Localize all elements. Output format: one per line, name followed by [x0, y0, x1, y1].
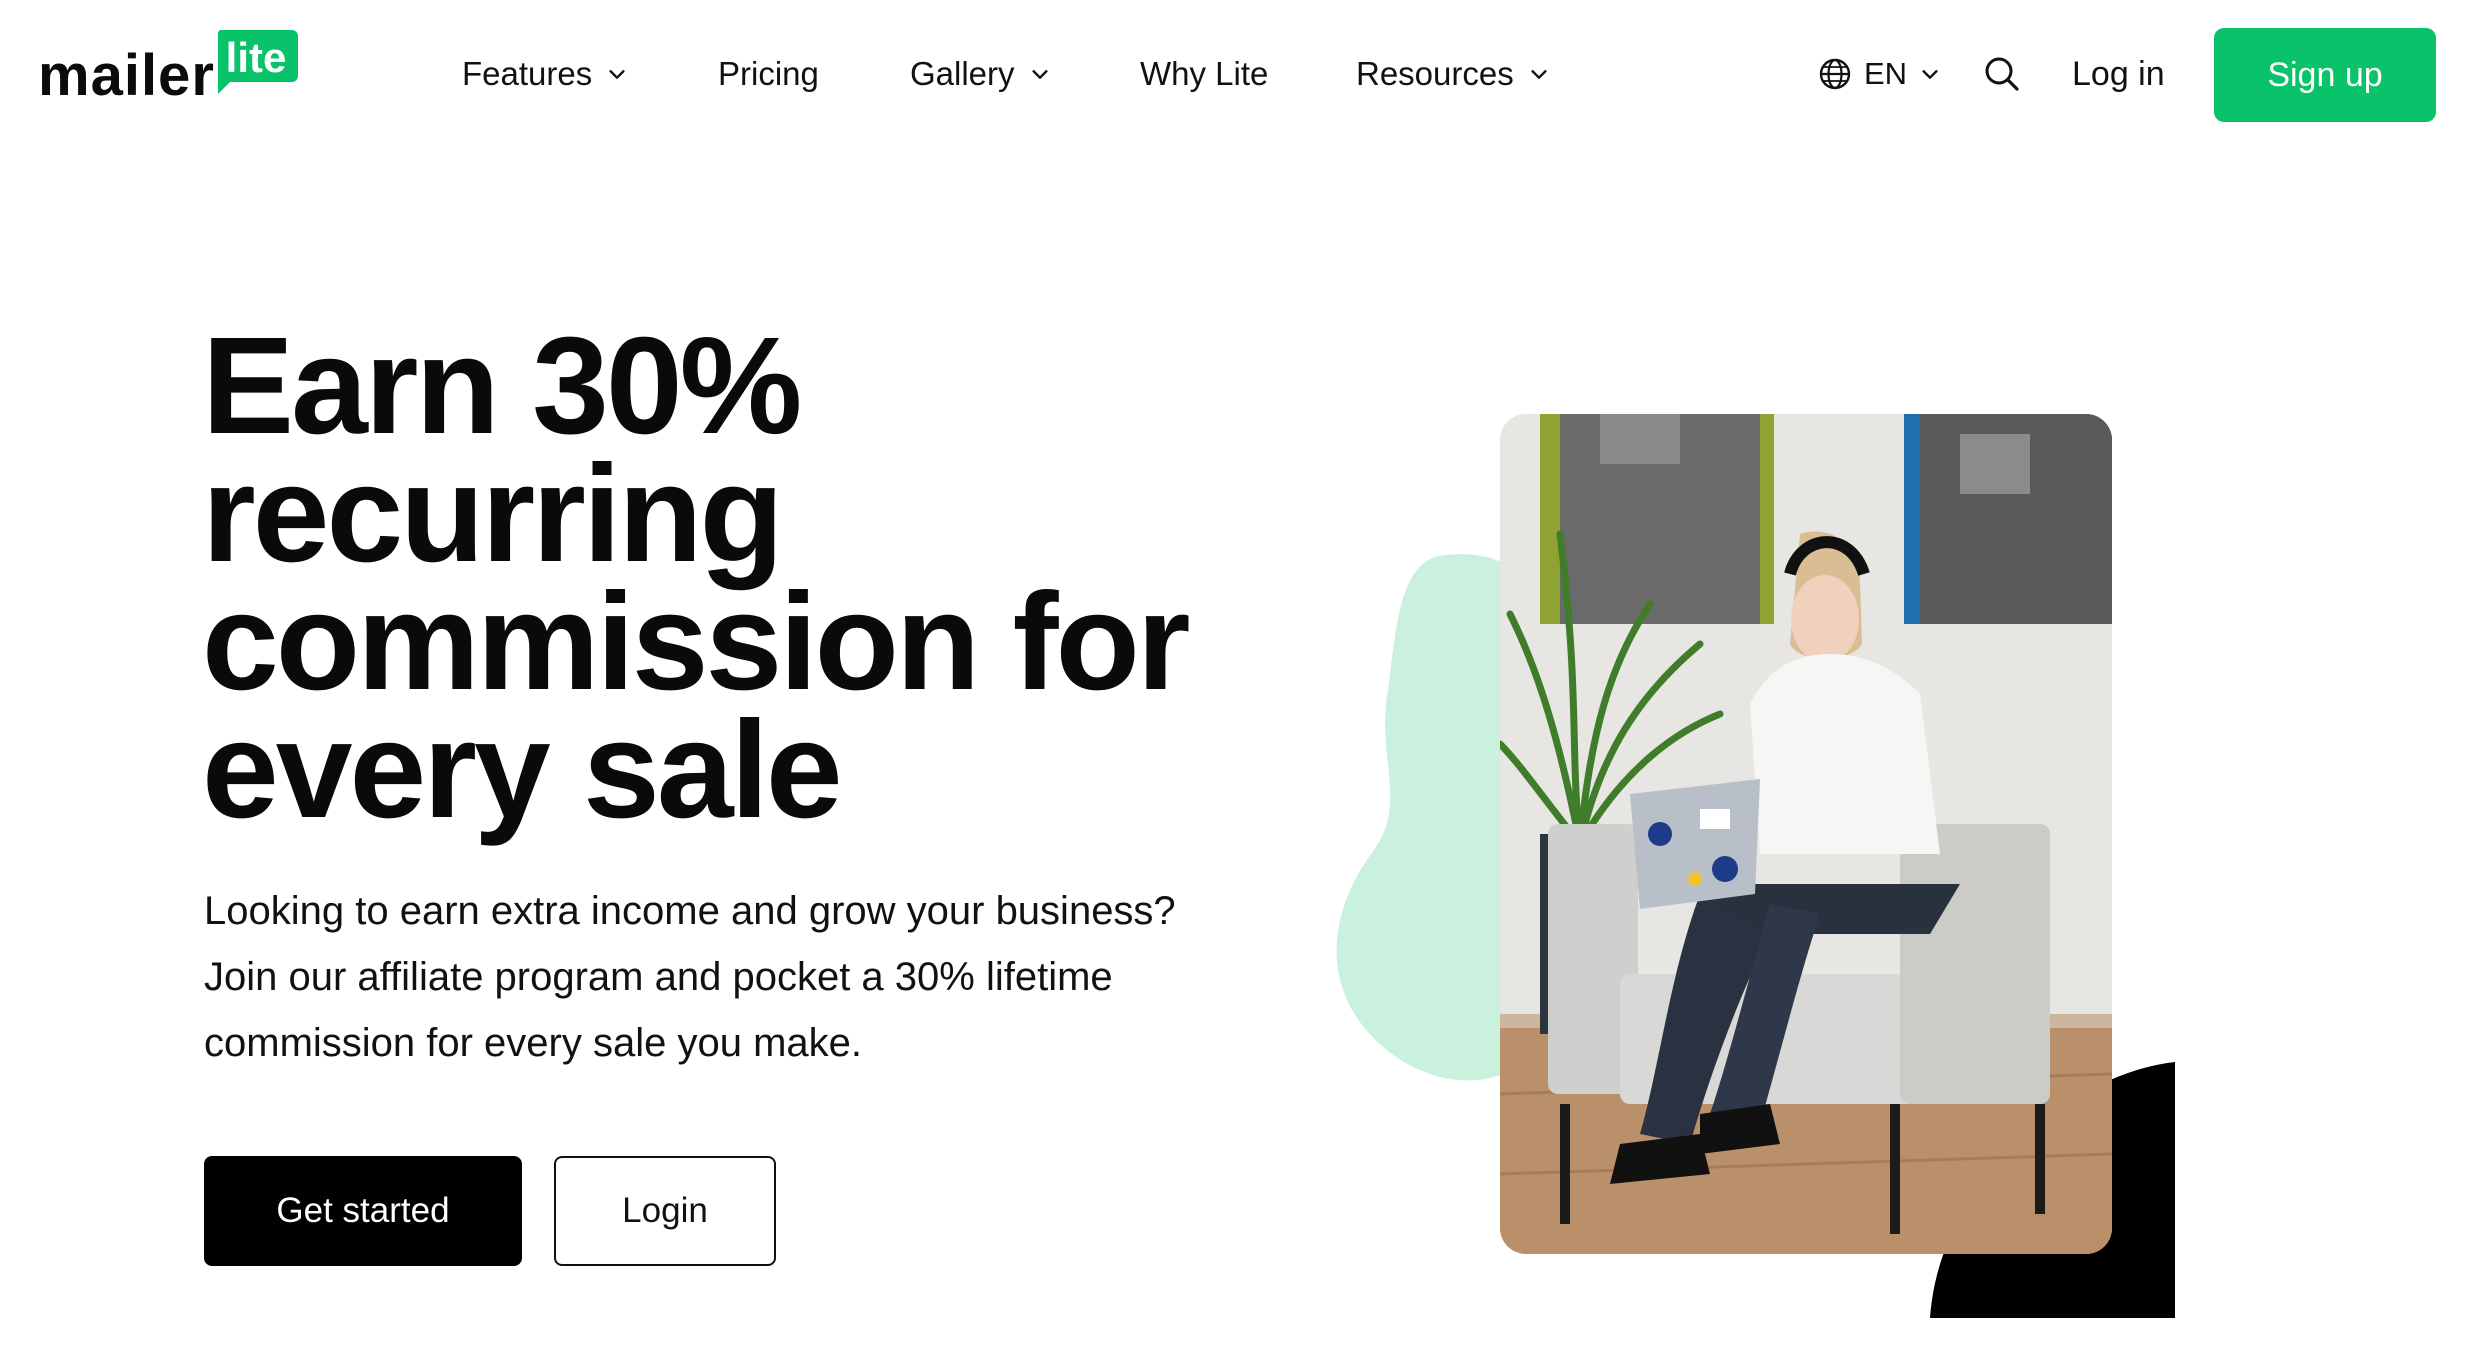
nav-features-label: Features [462, 55, 593, 92]
chevron-down-icon [1031, 70, 1048, 79]
login-button[interactable]: Login [554, 1156, 776, 1266]
logo-wordmark: mailer [38, 43, 215, 108]
header-login-link[interactable]: Log in [2072, 52, 2165, 96]
logo-badge: lite [214, 30, 334, 94]
nav-gallery-label: Gallery [910, 55, 1015, 92]
nav-pricing-label: Pricing [718, 55, 819, 92]
language-selector[interactable]: EN [1818, 52, 1941, 96]
nav-resources-label: Resources [1356, 55, 1514, 92]
hero-title: Earn 30% recurring commission for every … [202, 309, 1191, 847]
nav-pricing[interactable]: Pricing [718, 52, 819, 96]
hero-photo [1500, 414, 2112, 1254]
nav-why-lite-label: Why Lite [1140, 55, 1269, 92]
globe-icon [1819, 58, 1851, 90]
nav-features[interactable]: Features [462, 52, 628, 96]
search-button[interactable] [1980, 52, 2024, 96]
mailerlite-logo[interactable]: mailer lite [38, 30, 298, 110]
search-icon [1985, 57, 2019, 91]
hero-subtitle: Looking to earn extra income and grow yo… [204, 889, 1176, 1065]
chevron-down-icon [1922, 70, 1938, 79]
chevron-down-icon [609, 70, 625, 79]
nav-gallery[interactable]: Gallery [910, 52, 1051, 96]
logo-badge-text: lite [225, 34, 287, 81]
hero-illustration [1330, 400, 2230, 1320]
language-label: EN [1864, 56, 1908, 91]
nav-resources[interactable]: Resources [1356, 52, 1550, 96]
site-header: mailer lite Features Pricing Gallery Why… [0, 0, 2466, 150]
signup-button[interactable]: Sign up [2214, 28, 2436, 122]
nav-why-lite[interactable]: Why Lite [1140, 52, 1268, 96]
woman-with-laptop-image [1500, 414, 2112, 1254]
get-started-button[interactable]: Get started [204, 1156, 522, 1266]
chevron-down-icon [1531, 70, 1547, 79]
